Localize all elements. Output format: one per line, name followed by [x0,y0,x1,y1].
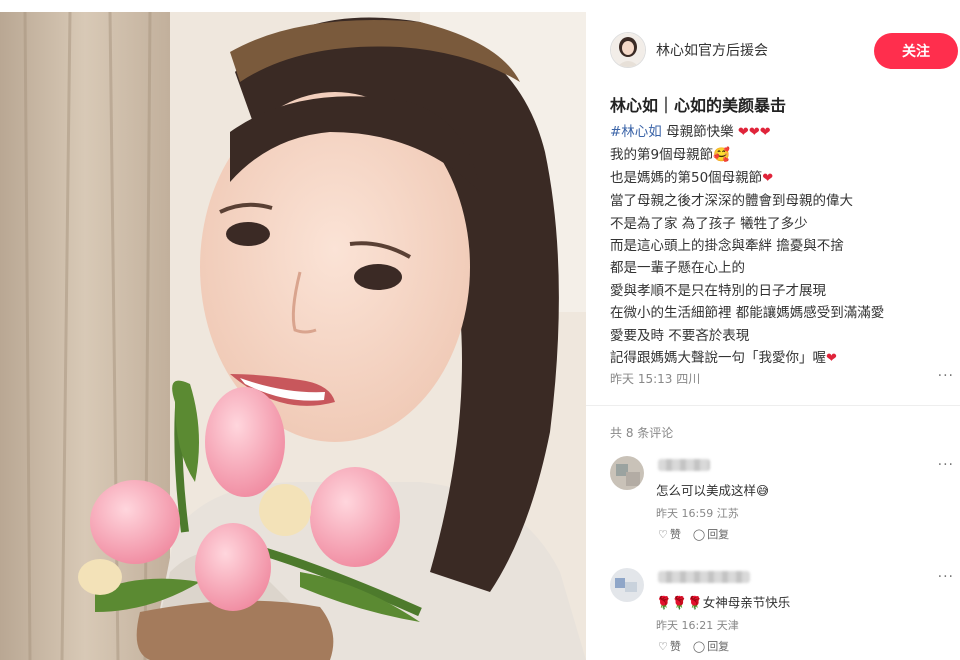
body-line: 愛要及時 不要吝於表現 [610,327,750,344]
rose-emoji-icon: 🌹🌹🌹 [656,595,703,610]
body-line: #林心如 母親節快樂 ❤❤❤ [610,121,950,144]
divider [586,405,960,406]
comment-actions: ♡ 赞 ◯ 回复 [658,526,729,542]
body-text: 也是媽媽的第50個母親節 [610,169,763,186]
like-button[interactable]: ♡ 赞 [658,526,681,542]
body-text: 記得跟媽媽大聲說一句「我愛你」喔 [610,350,826,367]
body-line: 在微小的生活細節裡 都能讓媽媽感受到滿滿愛 [610,305,885,322]
body-line: 記得跟媽媽大聲說一句「我愛你」喔❤ [610,347,950,370]
author-header: 林心如官方后援会 [610,32,768,68]
reply-button[interactable]: ◯ 回复 [693,526,729,542]
heart-icon: ❤ [748,125,760,140]
portrait-image [0,12,586,660]
commenter-avatar[interactable] [610,568,644,602]
body-line: 愛與孝順不是只在特別的日子才展現 [610,282,826,299]
sweat-smile-emoji-icon: 😅 [756,483,770,498]
commenter-name-blurred [658,459,710,471]
body-line: 也是媽媽的第50個母親節❤ [610,167,950,190]
post-meta: 昨天 15:13 四川 [610,372,701,386]
like-icon: ♡ [658,639,668,653]
smile-emoji-icon: 🥰 [713,147,730,164]
body-line: 我的第9個母親節🥰 [610,144,950,166]
comment-meta: 昨天 16:59 江苏 [656,507,739,520]
post-title: 林心如｜心如的美颜暴击 [610,96,787,115]
comment-text: 怎么可以美成这样😅 [656,483,770,498]
commenter-name-blurred [658,571,750,583]
body-line: 而是這心頭上的掛念與牽絆 擔憂與不捨 [610,238,844,255]
body-text: 我的第9個母親節 [610,147,714,164]
comment-more-icon[interactable]: ··· [938,457,954,473]
reply-icon: ◯ [692,639,706,653]
reply-icon: ◯ [692,527,706,541]
comment-count: 共 8 条评论 [610,426,674,440]
post-detail-panel: 林心如官方后援会 关注 林心如｜心如的美颜暴击 #林心如 母親節快樂 ❤❤❤ 我… [586,0,960,660]
body-line: 不是為了家 為了孩子 犧牲了多少 [610,215,808,232]
heart-icon: ❤ [737,125,749,140]
body-text: 母親節快樂 [666,124,734,140]
comment-actions: ♡ 赞 ◯ 回复 [658,638,729,654]
body-line: 當了母親之後才深深的體會到母親的偉大 [610,193,853,210]
heart-icon: ❤ [762,170,774,186]
comment-more-icon[interactable]: ··· [938,569,954,585]
commenter-avatar[interactable] [610,456,644,490]
post-more-icon[interactable]: ··· [938,368,954,384]
post-body: #林心如 母親節快樂 ❤❤❤ 我的第9個母親節🥰 也是媽媽的第50個母親節❤ 當… [610,121,950,370]
author-avatar[interactable] [610,32,646,68]
author-name[interactable]: 林心如官方后援会 [656,40,768,60]
follow-button[interactable]: 关注 [874,33,958,69]
reply-button[interactable]: ◯ 回复 [693,638,729,654]
heart-icon: ❤ [826,351,837,367]
like-icon: ♡ [658,527,668,541]
hashtag-link[interactable]: #林心如 [610,124,662,140]
like-button[interactable]: ♡ 赞 [658,638,681,654]
heart-icon: ❤ [759,125,771,140]
post-photo[interactable] [0,12,586,660]
comment-text: 🌹🌹🌹女神母亲节快乐 [656,595,791,610]
body-line: 都是一輩子懸在心上的 [610,260,745,277]
comment-meta: 昨天 16:21 天津 [656,619,739,632]
